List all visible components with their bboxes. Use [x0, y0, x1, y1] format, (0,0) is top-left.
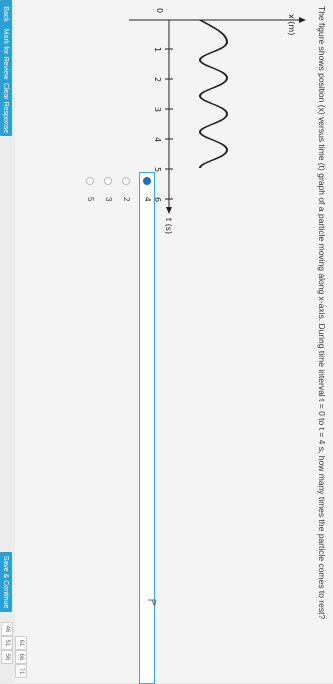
x-axis-label: t (s) — [164, 218, 173, 234]
option-label: 3 — [104, 197, 113, 202]
y-axis-label: x (m) — [287, 14, 296, 35]
question-text: The figure shows position (x) versus tim… — [317, 6, 327, 620]
tick-label-3: 3 — [153, 107, 162, 112]
question-palette: 46 51 56 61 66 71 — [0, 612, 333, 684]
page-button[interactable]: 46 — [1, 622, 13, 636]
option-label: 2 — [122, 197, 131, 202]
tick-label-1: 1 — [153, 47, 162, 52]
origin-label: 0 — [155, 8, 164, 13]
radio-icon[interactable] — [104, 177, 113, 185]
radio-icon[interactable] — [122, 177, 131, 185]
clear-response-button[interactable]: Clear Response — [0, 80, 12, 136]
page-button[interactable]: 61 — [15, 636, 27, 650]
option-3[interactable]: 3 — [104, 177, 113, 201]
option-1[interactable]: 4 — [143, 177, 152, 201]
page-button[interactable]: 51 — [1, 636, 13, 650]
tick-label-2: 2 — [153, 77, 162, 82]
tick-label-4: 4 — [153, 137, 162, 142]
exam-screen: The figure shows position (x) versus tim… — [0, 0, 333, 684]
option-4[interactable]: 5 — [86, 177, 95, 201]
page-button[interactable]: 56 — [1, 650, 13, 664]
radio-icon[interactable] — [86, 177, 95, 185]
mark-for-review-button[interactable]: Mark for Review — [0, 26, 12, 82]
page-button[interactable]: 71 — [15, 664, 27, 678]
radio-selected-icon[interactable] — [143, 177, 152, 185]
option-label: 4 — [143, 197, 152, 202]
save-continue-button[interactable]: Save & Continue — [0, 552, 12, 612]
flag-icon[interactable] — [147, 598, 157, 608]
option-label: 5 — [86, 197, 95, 202]
page-button[interactable]: 66 — [15, 650, 27, 664]
option-2[interactable]: 2 — [122, 177, 131, 201]
back-button[interactable]: Back — [0, 0, 12, 28]
